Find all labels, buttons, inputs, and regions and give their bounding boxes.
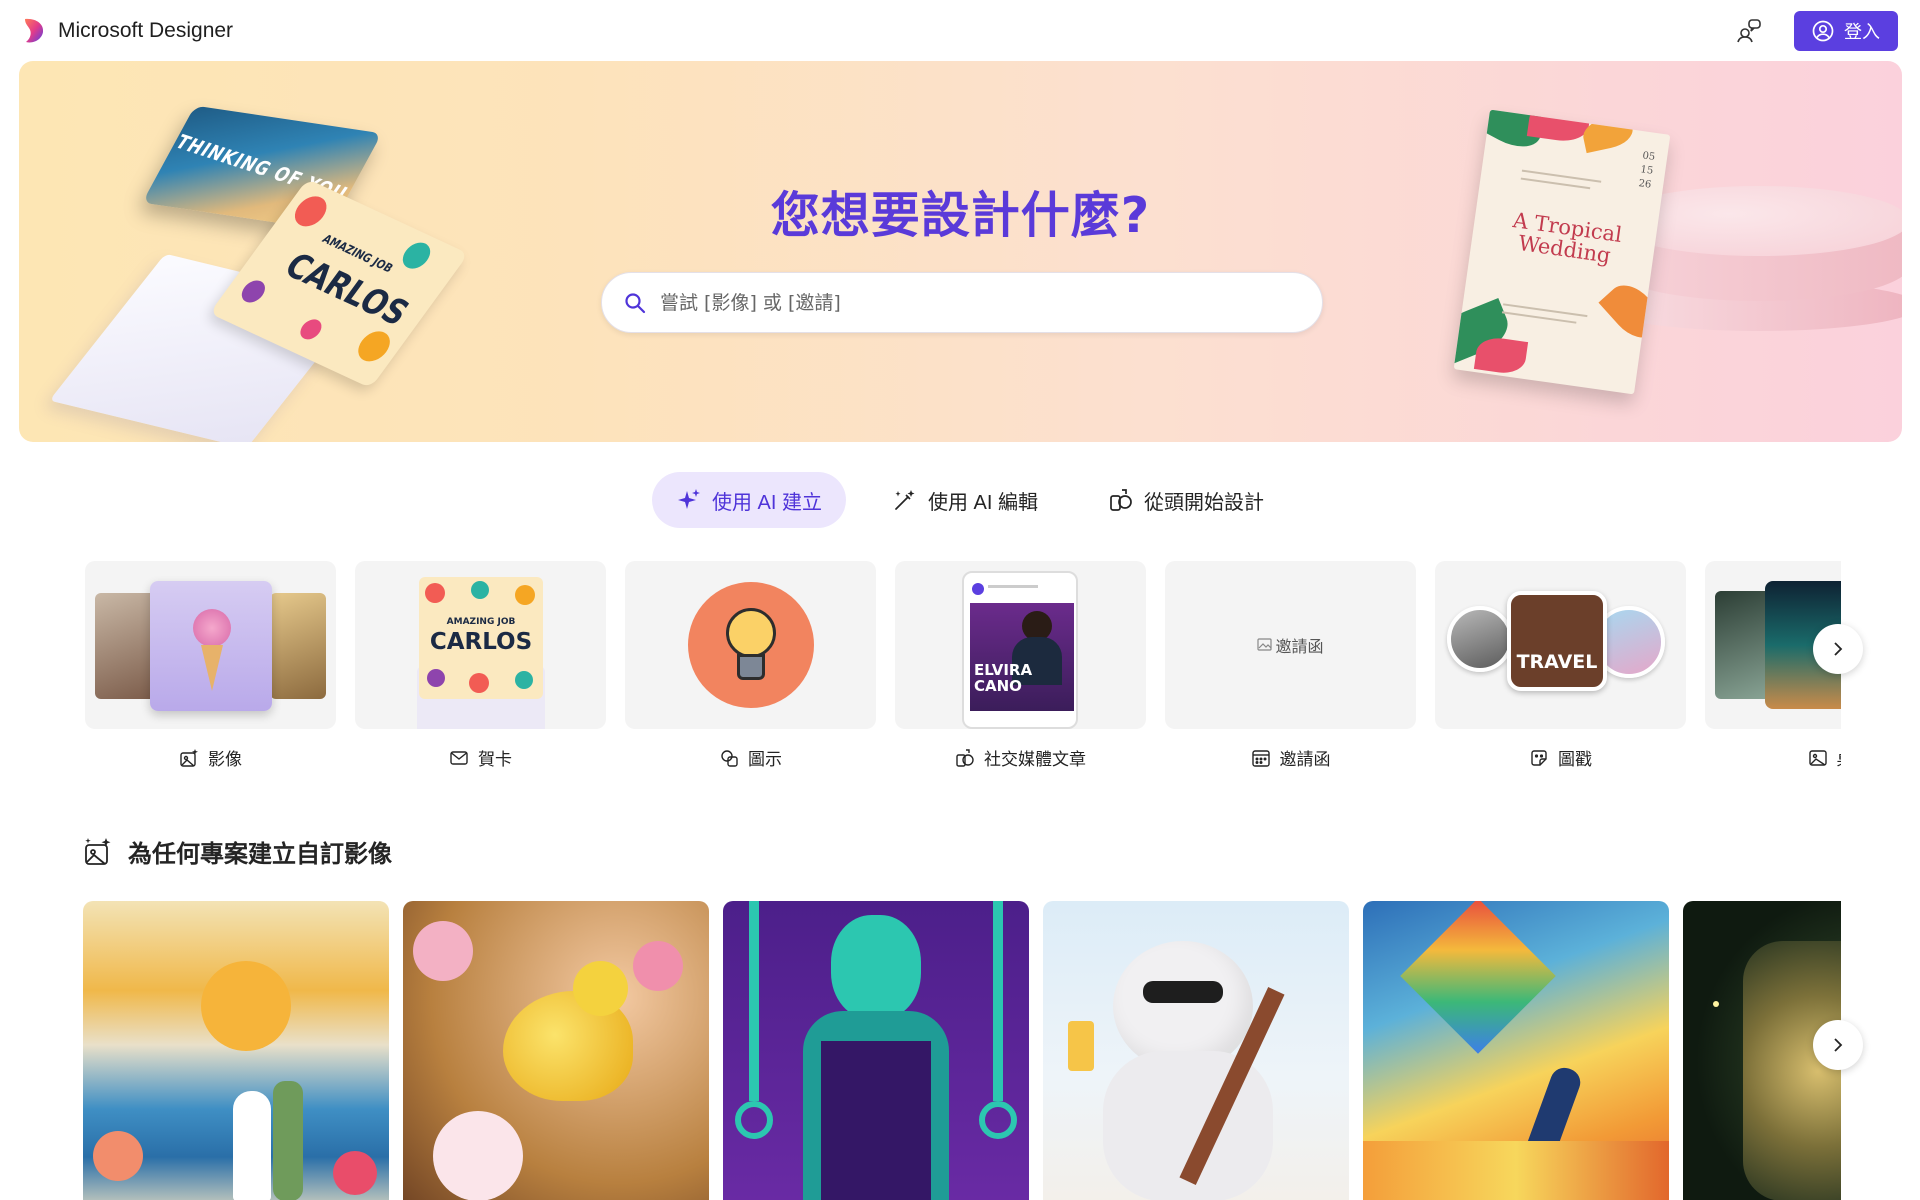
mail-icon: [450, 750, 468, 765]
category-label: 圖戳: [1529, 745, 1592, 770]
feedback-button[interactable]: [1730, 12, 1768, 50]
category-label: 社交媒體文章: [955, 745, 1086, 770]
category-thumbnail: TRAVEL: [1435, 561, 1686, 729]
sticker-text: TRAVEL: [1516, 651, 1598, 673]
tab-create-with-ai[interactable]: 使用 AI 建立: [651, 472, 846, 528]
app-name: Microsoft Designer: [58, 18, 234, 42]
gallery-item[interactable]: [1363, 901, 1669, 1200]
sticker-icon: [1531, 749, 1547, 766]
social-post-icon: [956, 748, 974, 767]
hero-search-input[interactable]: [660, 291, 1300, 314]
category-image[interactable]: 影像: [85, 561, 336, 770]
gallery-item[interactable]: [83, 901, 389, 1200]
signin-button[interactable]: 登入: [1794, 10, 1898, 51]
tropical-wedding-invite-illustration: 05 15 26 A Tropical Wedding: [1453, 109, 1671, 395]
design-shapes-icon: [1110, 489, 1132, 511]
category-carousel: 影像 AMAZING JOB CARLOS 賀卡 圖示 ELVIRA CANO …: [85, 561, 1841, 771]
hero-search-box[interactable]: [601, 272, 1323, 333]
section-heading: 為任何專案建立自訂影像: [82, 834, 392, 869]
invite-title: A Tropical Wedding: [1511, 208, 1624, 268]
calendar-icon: [1251, 749, 1270, 767]
shapes-icon: [721, 749, 738, 767]
category-social-post[interactable]: ELVIRA CANO 社交媒體文章: [895, 561, 1146, 770]
sparkle-icon: [677, 489, 700, 509]
gallery-item[interactable]: [403, 901, 709, 1200]
image-sparkle-icon: [180, 748, 198, 767]
category-icons[interactable]: 圖示: [625, 561, 876, 770]
image-sparkle-icon: [85, 837, 111, 865]
broken-image-icon: [1257, 638, 1273, 651]
gallery-item[interactable]: [1043, 901, 1349, 1200]
person-circle-icon: [1812, 20, 1834, 41]
image-gallery: [83, 901, 1841, 1200]
feedback-icon: [1737, 18, 1761, 42]
gallery-next-button[interactable]: [1813, 1020, 1863, 1070]
top-bar: Microsoft Designer 登入: [0, 0, 1920, 61]
card-small-text: AMAZING JOB: [446, 617, 516, 627]
category-thumbnail: [625, 561, 876, 729]
magic-wand-icon: [895, 490, 915, 510]
category-greeting-card[interactable]: AMAZING JOB CARLOS 賀卡: [355, 561, 606, 770]
category-label: 邀請函: [1251, 745, 1331, 770]
category-label: 圖示: [719, 745, 782, 770]
tab-design-from-scratch[interactable]: 從頭開始設計: [1084, 472, 1288, 528]
image-icon: [1808, 749, 1827, 766]
mode-tabs: 使用 AI 建立 使用 AI 編輯 從頭開始設計: [0, 472, 1920, 528]
category-label: 賀卡: [449, 745, 512, 770]
hero-banner: THINKING OF YOU AMAZING JOB CARLOS 您想要設計…: [19, 61, 1902, 442]
social-post-name: ELVIRA CANO: [974, 661, 1033, 695]
category-stickers[interactable]: TRAVEL 圖戳: [1435, 561, 1686, 770]
category-thumbnail: AMAZING JOB CARLOS: [355, 561, 606, 729]
category-label: 影像: [179, 745, 242, 770]
card-name-text: CARLOS: [429, 629, 533, 655]
category-thumbnail: 邀請函: [1165, 561, 1416, 729]
carlos-card-name: CARLOS: [276, 244, 418, 334]
search-icon: [625, 292, 646, 313]
category-label: 桌: [1808, 745, 1841, 770]
chevron-right-icon: [1834, 1038, 1843, 1052]
gallery-item[interactable]: [723, 901, 1029, 1200]
broken-image-alt: 邀請函: [1275, 637, 1324, 656]
category-carousel-next-button[interactable]: [1813, 624, 1863, 674]
invite-date: 05 15 26: [1637, 150, 1656, 191]
category-thumbnail: ELVIRA CANO: [895, 561, 1146, 729]
signin-label: 登入: [1844, 21, 1880, 42]
category-thumbnail: [85, 561, 336, 729]
brand[interactable]: Microsoft Designer: [22, 17, 233, 45]
designer-logo-icon: [25, 18, 44, 42]
section-title: 為任何專案建立自訂影像: [128, 840, 392, 868]
tab-edit-with-ai[interactable]: 使用 AI 編輯: [868, 472, 1062, 528]
chevron-right-icon: [1834, 642, 1843, 656]
category-invitation[interactable]: 邀請函 邀請函: [1165, 561, 1416, 770]
